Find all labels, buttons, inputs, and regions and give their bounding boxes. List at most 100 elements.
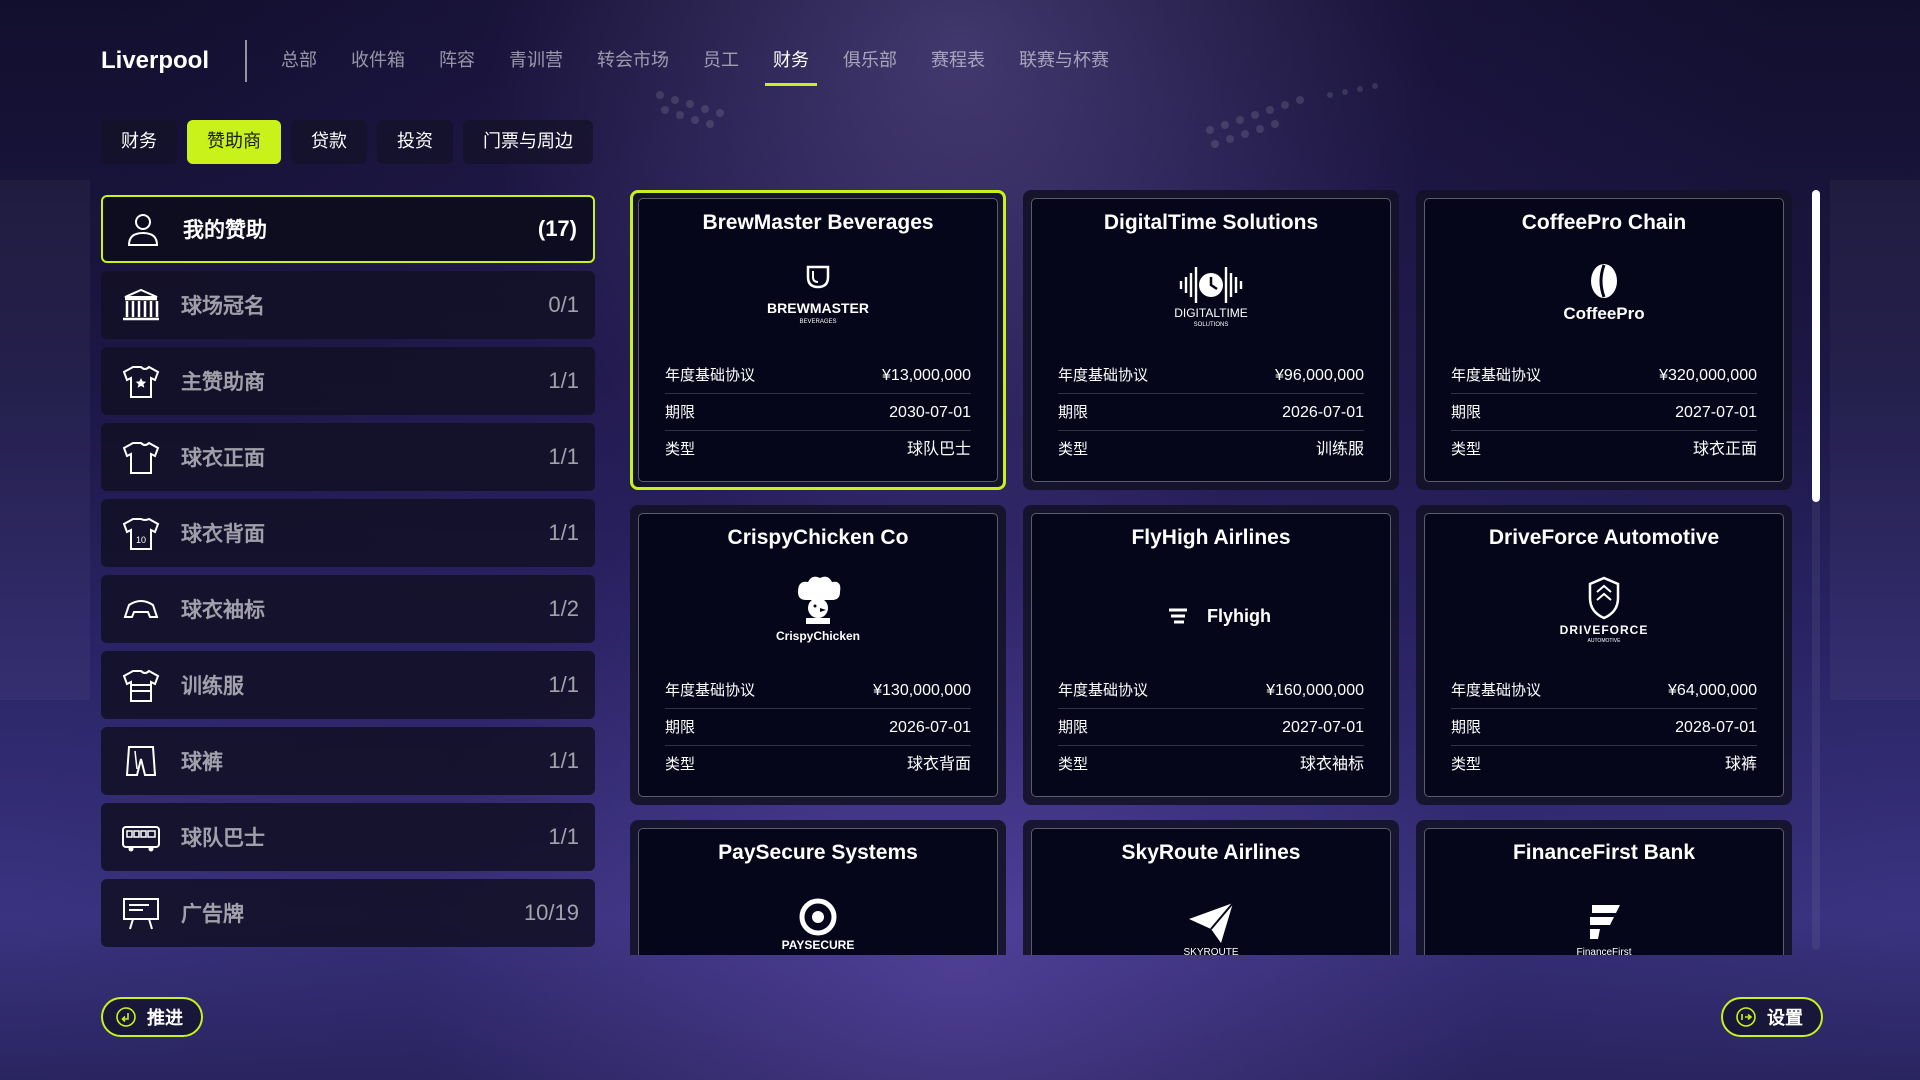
annual-value: ¥96,000,000 <box>1275 367 1364 384</box>
term-value: 2026-07-01 <box>889 719 971 736</box>
advance-button[interactable]: 推进 <box>101 997 203 1037</box>
sponsor-card[interactable]: SkyRoute Airlines SKYROUTE <box>1023 820 1399 955</box>
type-value: 球衣背面 <box>906 756 971 773</box>
sponsor-card-body: SkyRoute Airlines SKYROUTE <box>1031 828 1391 955</box>
nav-tab-1[interactable]: 收件箱 <box>351 40 405 82</box>
sponsor-card[interactable]: BrewMaster Beverages BREWMASTER BEVERAGES 年… <box>630 190 1006 490</box>
category-item[interactable]: 球队巴士 1/1 <box>101 803 595 871</box>
sponsor-name: CrispyChicken Co <box>727 526 909 549</box>
type-label: 类型 <box>1058 440 1089 458</box>
category-item[interactable]: 主赞助商 1/1 <box>101 347 595 415</box>
annual-row: 年度基础协议 ¥130,000,000 <box>665 672 971 709</box>
svg-text:BREWMASTER: BREWMASTER <box>767 300 869 316</box>
category-count: 1/1 <box>548 748 579 773</box>
sponsor-card[interactable]: DigitalTime Solutions DIGITALTIME SOLUTION… <box>1023 190 1399 490</box>
nav-tab-0[interactable]: 总部 <box>281 40 317 82</box>
training-kit-icon <box>119 665 163 705</box>
annual-label: 年度基础协议 <box>1058 366 1149 384</box>
category-item[interactable]: 球衣袖标 1/2 <box>101 575 595 643</box>
type-value: 球队巴士 <box>906 441 971 458</box>
category-count: 0/1 <box>548 292 579 317</box>
paper-plane-logo-icon: SKYROUTE <box>1032 869 1390 955</box>
subtab-0[interactable]: 财务 <box>101 120 177 164</box>
term-row: 期限 2028-07-01 <box>1451 709 1757 746</box>
sponsor-card[interactable]: CoffeePro Chain CoffeePro 年度基础协议 ¥320,000,0… <box>1416 190 1792 490</box>
sponsor-card[interactable]: DriveForce Automotive DRIVEFORCE AUTOMOTIV… <box>1416 505 1792 805</box>
term-row: 期限 2026-07-01 <box>1058 394 1364 431</box>
sponsor-card[interactable]: FinanceFirst Bank FinanceFirst <box>1416 820 1792 955</box>
category-item[interactable]: 我的赞助 (17) <box>101 195 595 263</box>
category-item[interactable]: 10 球衣背面 1/1 <box>101 499 595 567</box>
sponsor-card[interactable]: FlyHigh Airlines Flyhigh 年度基础协议 ¥160,000,00… <box>1023 505 1399 805</box>
category-item[interactable]: 广告牌 10/19 <box>101 879 595 947</box>
svg-text:10: 10 <box>136 535 146 545</box>
term-row: 期限 2027-07-01 <box>1451 394 1757 431</box>
type-row: 类型 球衣正面 <box>1451 431 1757 468</box>
category-label: 广告牌 <box>181 902 244 926</box>
svg-text:SKYROUTE: SKYROUTE <box>1183 947 1238 955</box>
svg-text:Flyhigh: Flyhigh <box>1207 606 1271 626</box>
svg-text:AUTOMOTIVE: AUTOMOTIVE <box>1588 638 1622 644</box>
term-value: 2028-07-01 <box>1675 719 1757 736</box>
category-count: 1/2 <box>548 596 579 621</box>
type-row: 类型 球队巴士 <box>665 431 971 468</box>
term-value: 2027-07-01 <box>1675 404 1757 421</box>
term-label: 期限 <box>1058 403 1089 421</box>
billboard-icon <box>119 893 163 933</box>
category-item[interactable]: 球场冠名 0/1 <box>101 271 595 339</box>
subtab-3[interactable]: 投资 <box>377 120 453 164</box>
subtab-2[interactable]: 贷款 <box>291 120 367 164</box>
sponsor-name: BrewMaster Beverages <box>702 211 934 234</box>
sponsor-grid-viewport: BrewMaster Beverages BREWMASTER BEVERAGES 年… <box>630 190 1795 955</box>
category-label: 球队巴士 <box>181 826 265 850</box>
term-label: 期限 <box>1451 403 1482 421</box>
nav-tab-3[interactable]: 青训营 <box>509 40 563 82</box>
nav-tab-5[interactable]: 员工 <box>703 40 739 82</box>
bus-icon <box>119 817 163 857</box>
nav-tab-2[interactable]: 阵容 <box>439 40 475 82</box>
category-label: 球衣正面 <box>181 446 265 470</box>
nav-tab-6[interactable]: 财务 <box>765 40 818 86</box>
lock-eye-logo-icon: PAYSECURE <box>639 869 997 955</box>
nav-tab-9[interactable]: 联赛与杯赛 <box>1019 40 1109 82</box>
settings-label: 设置 <box>1767 1008 1803 1029</box>
annual-label: 年度基础协议 <box>1451 681 1542 699</box>
subtab-1[interactable]: 赞助商 <box>187 120 281 164</box>
svg-text:CoffeePro: CoffeePro <box>1563 304 1644 323</box>
subtab-4[interactable]: 门票与周边 <box>463 120 593 164</box>
sponsor-card[interactable]: PaySecure Systems PAYSECURE <box>630 820 1006 955</box>
annual-row: 年度基础协议 ¥160,000,000 <box>1058 672 1364 709</box>
shirt-front-icon <box>119 437 163 477</box>
type-row: 类型 球衣背面 <box>665 746 971 783</box>
scrollbar[interactable] <box>1812 190 1820 950</box>
sponsor-name: CoffeePro Chain <box>1521 211 1687 234</box>
sponsor-details: 年度基础协议 ¥160,000,000 期限 2027-07-01 类型 球衣袖标 <box>1032 672 1390 783</box>
settings-icon <box>1736 1007 1756 1027</box>
category-item[interactable]: 球衣正面 1/1 <box>101 423 595 491</box>
nav-tab-7[interactable]: 俱乐部 <box>843 40 897 82</box>
sponsor-name: FinanceFirst Bank <box>1512 841 1696 864</box>
annual-value: ¥13,000,000 <box>882 367 971 384</box>
settings-button[interactable]: 设置 <box>1721 997 1823 1037</box>
type-label: 类型 <box>665 755 696 773</box>
svg-text:FinanceFirst: FinanceFirst <box>1576 947 1631 955</box>
annual-label: 年度基础协议 <box>665 681 756 699</box>
scrollbar-thumb[interactable] <box>1812 190 1820 502</box>
category-item[interactable]: 训练服 1/1 <box>101 651 595 719</box>
type-value: 球衣袖标 <box>1299 756 1364 773</box>
category-label: 训练服 <box>181 674 244 698</box>
nav-tab-8[interactable]: 赛程表 <box>931 40 985 82</box>
shirt-back-icon: 10 <box>119 513 163 553</box>
sponsor-name: DigitalTime Solutions <box>1103 211 1319 234</box>
type-value: 球裤 <box>1724 756 1757 773</box>
sponsor-card-body: DriveForce Automotive DRIVEFORCE AUTOMOTIV… <box>1424 513 1784 797</box>
term-value: 2030-07-01 <box>889 404 971 421</box>
category-item[interactable]: 球裤 1/1 <box>101 727 595 795</box>
sponsor-name: DriveForce Automotive <box>1488 526 1720 549</box>
term-row: 期限 2026-07-01 <box>665 709 971 746</box>
nav-tab-4[interactable]: 转会市场 <box>597 40 669 82</box>
mug-logo-icon: BREWMASTER BEVERAGES <box>639 239 997 357</box>
category-count: 1/1 <box>548 368 579 393</box>
sponsor-card[interactable]: CrispyChicken Co CrispyChicken 年度基础协议 ¥130,… <box>630 505 1006 805</box>
f-logo-icon: FinanceFirst <box>1425 869 1783 955</box>
